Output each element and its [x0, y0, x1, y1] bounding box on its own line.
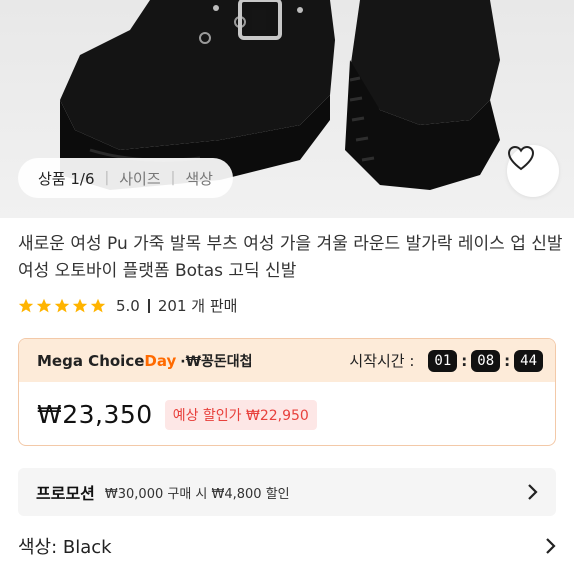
image-tabs: 상품 1/6 | 사이즈 | 색상 [18, 158, 233, 198]
star-icon [90, 298, 106, 312]
star-icon [54, 298, 70, 312]
chevron-right-icon [528, 484, 538, 500]
chevron-right-icon [546, 538, 556, 554]
sold-count: 201 개 판매 [157, 297, 238, 315]
timer-minutes: 08 [471, 349, 501, 372]
promotion-row[interactable]: 프로모션 ₩30,000 구매 시 ₩4,800 할인 [18, 468, 556, 516]
promotion-desc: ₩30,000 구매 시 ₩4,800 할인 [104, 486, 290, 502]
price-row: ₩23,350 예상 할인가 ₩22,950 [19, 382, 555, 445]
tab-divider: | [104, 170, 110, 186]
countdown-timer: 01 : 08 : 44 [428, 349, 543, 372]
color-option-label: 색상: Black [18, 537, 112, 558]
product-image[interactable]: 상품 1/6 | 사이즈 | 색상 [0, 0, 574, 218]
tab-size[interactable]: 사이즈 [119, 168, 160, 189]
tab-color[interactable]: 색상 [185, 168, 213, 189]
timer-hours: 01 [428, 349, 458, 372]
rating-divider [147, 298, 150, 313]
star-icon [18, 298, 34, 312]
product-title: 새로운 여성 Pu 가죽 발목 부츠 여성 가을 겨울 라운드 발가락 레이스 … [18, 234, 563, 281]
product-price: ₩23,350 [37, 400, 153, 429]
rating-score: 5.0 [116, 296, 140, 315]
rating-row[interactable]: 5.0 201 개 판매 [18, 295, 237, 316]
promo-header: Mega ChoiceDay ·₩꽁돈대첩 시작시간 : 01 : 08 : 4… [19, 339, 555, 382]
star-rating [18, 298, 106, 314]
promo-brand: Mega ChoiceDay [37, 351, 177, 370]
start-time-label: 시작시간 : [349, 352, 415, 370]
star-icon [72, 298, 88, 312]
promotion-label: 프로모션 [36, 484, 95, 503]
promo-subtitle: ·₩꽁돈대첩 [180, 353, 253, 370]
wishlist-button[interactable] [507, 145, 559, 197]
expected-discount-badge: 예상 할인가 ₩22,950 [164, 399, 317, 430]
star-icon [36, 298, 52, 312]
color-option-row[interactable]: 색상: Black [18, 530, 556, 562]
timer-seconds: 44 [514, 349, 543, 372]
tab-divider: | [170, 170, 176, 186]
promo-box: Mega ChoiceDay ·₩꽁돈대첩 시작시간 : 01 : 08 : 4… [18, 338, 556, 446]
tab-product[interactable]: 상품 1/6 [38, 168, 95, 189]
heart-icon [507, 145, 535, 171]
